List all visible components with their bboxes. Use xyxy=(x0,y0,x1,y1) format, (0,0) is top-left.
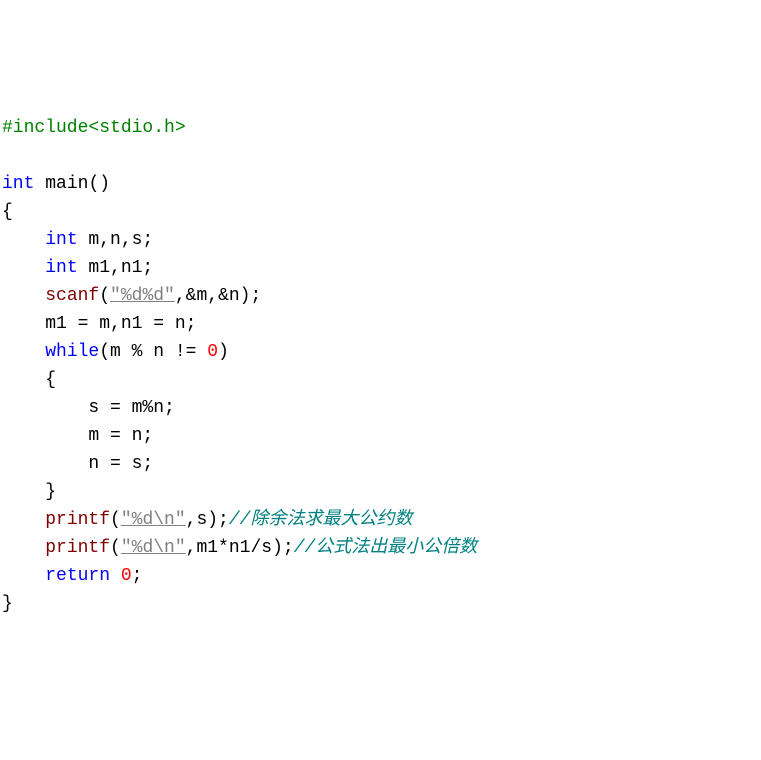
preproc-include: #include xyxy=(2,118,88,138)
kw-int: int xyxy=(45,258,77,278)
kw-int: int xyxy=(45,230,77,250)
printf2-args: ,m1*n1/s); xyxy=(186,538,294,558)
open-paren: ( xyxy=(110,510,121,530)
fn-main: main xyxy=(45,174,88,194)
while-cond: (m % n != xyxy=(99,342,207,362)
parens: () xyxy=(88,174,110,194)
comment2: //公式法出最小公倍数 xyxy=(294,538,478,558)
fn-printf2: printf xyxy=(45,538,110,558)
fmt-string3: "%d\n" xyxy=(121,538,186,558)
fn-scanf: scanf xyxy=(45,286,99,306)
include-header: <stdio.h> xyxy=(88,118,185,138)
scanf-args: ,&m,&n); xyxy=(175,286,261,306)
fmt-string1: "%d%d" xyxy=(110,286,175,306)
code-block: #include<stdio.h> int main() { int m,n,s… xyxy=(2,114,759,618)
kw-while: while xyxy=(45,342,99,362)
inner-brace-close: } xyxy=(45,482,56,502)
fmt-string2: "%d\n" xyxy=(121,510,186,530)
num-zero2: 0 xyxy=(121,566,132,586)
comment1: //除余法求最大公约数 xyxy=(229,510,413,530)
kw-return: return xyxy=(45,566,110,586)
open-paren: ( xyxy=(110,538,121,558)
return-sp xyxy=(110,566,121,586)
stmt-m: m = n; xyxy=(88,426,153,446)
stmt-s: s = m%n; xyxy=(88,398,174,418)
inner-brace-open: { xyxy=(45,370,56,390)
decl1: m,n,s; xyxy=(78,230,154,250)
stmt-n: n = s; xyxy=(88,454,153,474)
assign-line: m1 = m,n1 = n; xyxy=(45,314,196,334)
brace-open: { xyxy=(2,202,13,222)
semicolon: ; xyxy=(132,566,143,586)
num-zero: 0 xyxy=(207,342,218,362)
open-paren: ( xyxy=(99,286,110,306)
while-close: ) xyxy=(218,342,229,362)
space xyxy=(34,174,45,194)
printf1-args: ,s); xyxy=(186,510,229,530)
brace-close: } xyxy=(2,594,13,614)
decl2: m1,n1; xyxy=(78,258,154,278)
fn-printf1: printf xyxy=(45,510,110,530)
kw-int: int xyxy=(2,174,34,194)
